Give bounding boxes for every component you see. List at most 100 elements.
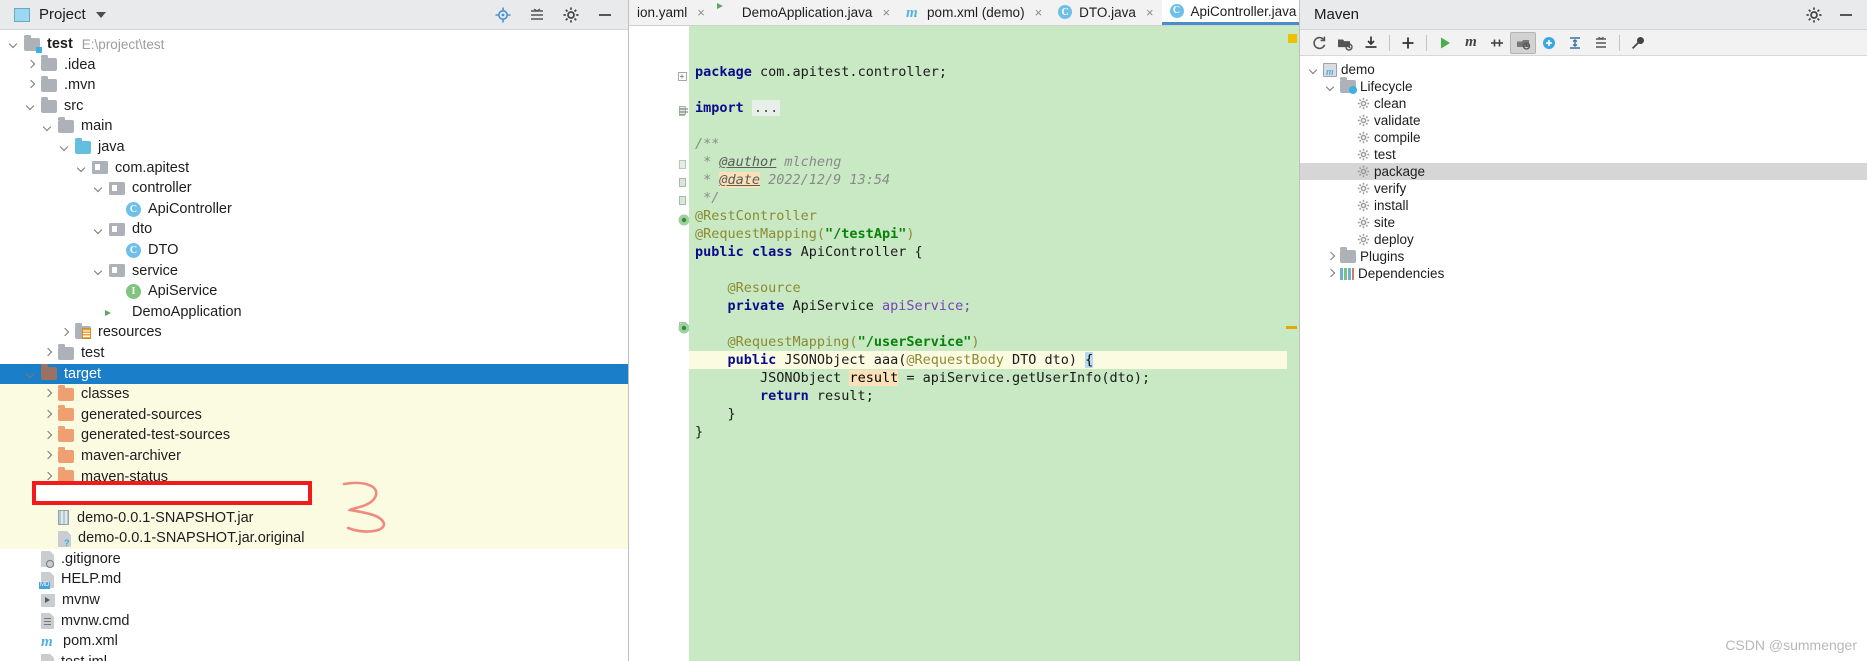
fold-marker[interactable] <box>675 337 689 355</box>
project-tree-item--idea[interactable]: .idea <box>0 55 628 76</box>
project-tree-item-help-md[interactable]: MD HELP.md <box>0 569 628 590</box>
editor-source-code[interactable]: package com.apitest.controller; import .… <box>689 26 1299 661</box>
chevron-right-icon[interactable] <box>42 470 55 483</box>
maven-tree-item-install[interactable]: install <box>1300 197 1867 214</box>
settings-gear-icon[interactable] <box>1805 6 1823 24</box>
change-marker[interactable] <box>1286 326 1297 329</box>
hide-panel-icon[interactable] <box>596 6 614 24</box>
code-line-28[interactable]: } <box>689 423 1299 441</box>
project-tree-item-src[interactable]: src <box>0 96 628 117</box>
show-dependencies-icon[interactable] <box>1536 32 1562 54</box>
project-tree-item-maven-archiver[interactable]: maven-archiver <box>0 445 628 467</box>
fold-marker[interactable] <box>675 247 689 265</box>
code-line-12[interactable]: /** <box>689 135 1299 153</box>
project-tree-item-mvnw-cmd[interactable]: mvnw.cmd <box>0 611 628 632</box>
editor-tab-dto-java[interactable]: C DTO.java × <box>1050 0 1161 25</box>
project-tree-item-demo-0-0-1-snapshot-jar-original[interactable]: ? demo-0.0.1-SNAPSHOT.jar.original <box>0 528 628 549</box>
editor-tab-bar[interactable]: ion.yaml × DemoApplication.java × m pom.xml (… <box>629 0 1299 26</box>
fold-marker[interactable] <box>675 157 689 175</box>
hide-panel-icon[interactable] <box>1837 6 1855 24</box>
project-tree-item-classes[interactable]: classes <box>0 384 628 405</box>
code-line-21[interactable]: private ApiService apiService; <box>689 297 1299 315</box>
project-tree-item-controller[interactable]: controller <box>0 178 628 199</box>
chevron-down-icon[interactable] <box>8 38 21 51</box>
chevron-down-icon[interactable] <box>1308 63 1321 76</box>
maven-tree-item-plugins[interactable]: Plugins <box>1300 247 1867 265</box>
chevron-right-icon[interactable] <box>59 326 72 339</box>
maven-tree-item-clean[interactable]: clean <box>1300 95 1867 112</box>
collapse-all-icon[interactable] <box>528 6 546 24</box>
editor-tab-apicontroller-java[interactable]: CApiController.java× <box>1161 0 1299 25</box>
fold-marker[interactable] <box>675 139 689 157</box>
code-line-13[interactable]: * @author mlcheng <box>689 153 1299 171</box>
chevron-down-icon[interactable] <box>42 120 55 133</box>
chevron-down-icon[interactable] <box>93 182 106 195</box>
code-line-17[interactable]: @RequestMapping("/testApi") <box>689 225 1299 243</box>
fold-marker[interactable] <box>675 391 689 409</box>
fold-marker[interactable] <box>675 49 689 67</box>
project-tree-item-apicontroller[interactable]: C ApiController <box>0 199 628 220</box>
reload-all-maven-projects-icon[interactable] <box>1306 32 1332 54</box>
project-tree-item-test-classes[interactable]: test-classes <box>0 487 628 508</box>
maven-tree-item-demo[interactable]: demo <box>1300 61 1867 78</box>
maven-tree-item-test[interactable]: test <box>1300 146 1867 163</box>
maven-settings-icon[interactable] <box>1625 32 1651 54</box>
execute-maven-goal-icon[interactable]: m <box>1458 32 1484 54</box>
project-tree-item-com-apitest[interactable]: com.apitest <box>0 158 628 179</box>
locate-icon[interactable] <box>494 6 512 24</box>
code-line-23[interactable]: @RequestMapping("/userService") <box>689 333 1299 351</box>
close-icon[interactable]: × <box>697 5 705 20</box>
code-line-1[interactable]: package com.apitest.controller; <box>689 63 1299 81</box>
chevron-right-icon[interactable] <box>1325 267 1338 280</box>
collapse-all-icon[interactable] <box>1588 32 1614 54</box>
chevron-right-icon[interactable] <box>42 450 55 463</box>
project-tree-item-mvnw[interactable]: mvnw <box>0 590 628 611</box>
generate-sources-icon[interactable] <box>1332 32 1358 54</box>
project-tree-item-demoapplication[interactable]: DemoApplication <box>0 302 628 323</box>
code-line-14[interactable]: * @date 2022/12/9 13:54 <box>689 171 1299 189</box>
fold-marker[interactable] <box>675 175 689 193</box>
fold-marker[interactable] <box>675 121 689 139</box>
chevron-right-icon[interactable] <box>42 347 55 360</box>
project-tree-item--mvn[interactable]: .mvn <box>0 75 628 96</box>
maven-tree-item-validate[interactable]: validate <box>1300 112 1867 129</box>
close-icon[interactable]: × <box>1146 5 1154 20</box>
close-icon[interactable]: × <box>1035 5 1043 20</box>
chevron-right-icon[interactable] <box>25 58 38 71</box>
project-tree-item-dto[interactable]: C DTO <box>0 240 628 261</box>
code-line-2[interactable] <box>689 81 1299 99</box>
toggle-skip-tests-icon[interactable] <box>1484 32 1510 54</box>
code-line-16[interactable]: @RestController <box>689 207 1299 225</box>
chevron-right-icon[interactable] <box>25 79 38 92</box>
chevron-down-icon[interactable] <box>93 223 106 236</box>
editor-tab-ion-yaml[interactable]: ion.yaml × <box>629 0 713 25</box>
chevron-down-icon[interactable] <box>76 161 89 174</box>
editor-marker-bar[interactable] <box>1286 26 1299 661</box>
project-tree-item-maven-status[interactable]: maven-status <box>0 466 628 488</box>
project-tree-item-test[interactable]: test E:\project\test <box>0 34 628 55</box>
fold-marker[interactable] <box>675 229 689 247</box>
chevron-right-icon[interactable] <box>42 408 55 421</box>
code-line-24[interactable]: public JSONObject aaa(@RequestBody DTO d… <box>689 351 1299 369</box>
project-tree-item-generated-test-sources[interactable]: generated-test-sources <box>0 425 628 446</box>
chevron-right-icon[interactable] <box>42 429 55 442</box>
maven-tree-item-deploy[interactable]: deploy <box>1300 231 1867 248</box>
maven-tree-item-site[interactable]: site <box>1300 214 1867 231</box>
maven-tree-item-verify[interactable]: verify <box>1300 180 1867 197</box>
fold-marker[interactable] <box>675 193 689 211</box>
project-tree-item-test-iml[interactable]: test.iml <box>0 652 628 661</box>
fold-marker[interactable] <box>675 373 689 391</box>
download-sources-icon[interactable] <box>1358 32 1384 54</box>
fold-marker[interactable] <box>675 283 689 301</box>
fold-marker[interactable]: + <box>675 67 689 85</box>
editor-tab-pom-xml-demo-[interactable]: m pom.xml (demo) × <box>898 0 1050 25</box>
project-tree-item-java[interactable]: java <box>0 137 628 158</box>
project-tree-item-target[interactable]: target <box>0 363 628 385</box>
code-line-29[interactable] <box>689 441 1299 459</box>
chevron-down-icon[interactable] <box>59 141 72 154</box>
project-tree-item-dto[interactable]: dto <box>0 219 628 240</box>
add-maven-project-icon[interactable] <box>1395 32 1421 54</box>
project-tree-item-main[interactable]: main <box>0 116 628 137</box>
expand-all-icon[interactable] <box>1562 32 1588 54</box>
project-tree-item--gitignore[interactable]: .gitignore <box>0 549 628 570</box>
